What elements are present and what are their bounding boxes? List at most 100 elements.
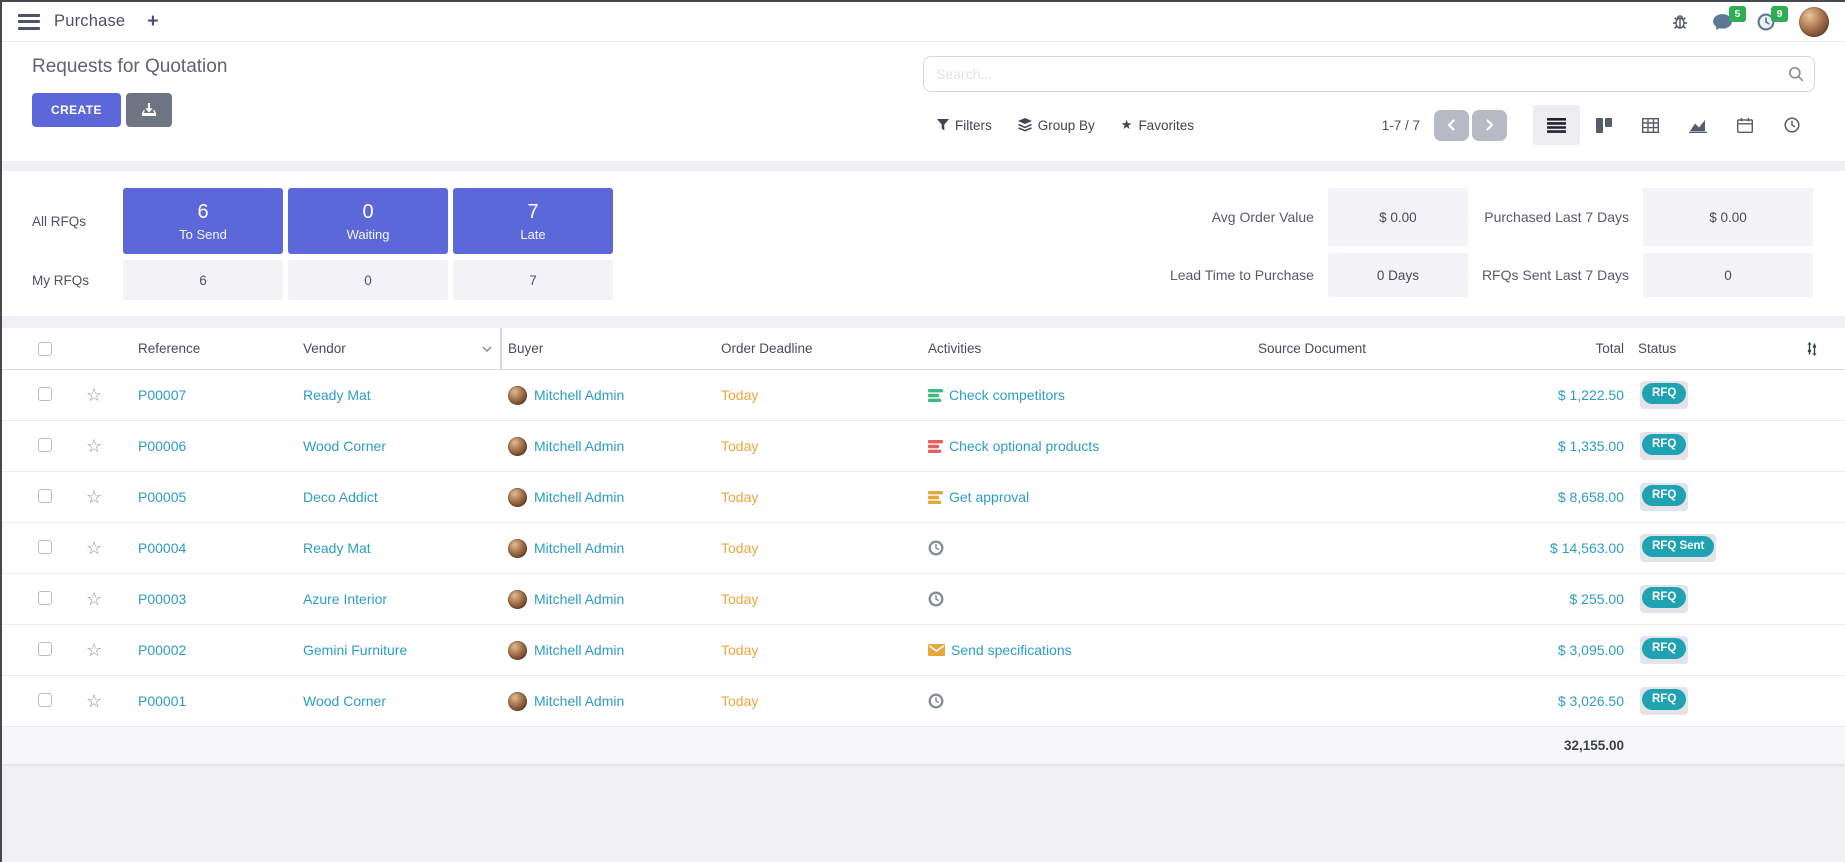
column-header-reference[interactable]: Reference xyxy=(132,341,297,356)
tasks-red-icon[interactable] xyxy=(928,440,943,453)
tile-waiting[interactable]: 0 Waiting xyxy=(288,188,448,254)
odoo-purchase-app: Purchase + 5 9 xyxy=(0,0,1845,862)
tasks-yellow-icon[interactable] xyxy=(928,491,943,504)
list-view-button[interactable] xyxy=(1533,105,1580,145)
user-menu-button[interactable] xyxy=(1799,7,1829,37)
row-checkbox[interactable] xyxy=(38,387,52,401)
vendor-link[interactable]: Deco Addict xyxy=(303,489,378,505)
buyer-link[interactable]: Mitchell Admin xyxy=(534,387,624,403)
column-header-buyer[interactable]: Buyer xyxy=(502,341,715,356)
select-all-checkbox[interactable] xyxy=(38,342,52,356)
reference-link[interactable]: P00001 xyxy=(138,693,186,709)
clock-icon[interactable] xyxy=(928,591,944,607)
vendor-link[interactable]: Gemini Furniture xyxy=(303,642,407,658)
reference-link[interactable]: P00007 xyxy=(138,387,186,403)
column-header-source-document[interactable]: Source Document xyxy=(1252,341,1457,356)
row-checkbox[interactable] xyxy=(38,642,52,656)
reference-link[interactable]: P00005 xyxy=(138,489,186,505)
reference-link[interactable]: P00006 xyxy=(138,438,186,454)
table-row[interactable]: ☆ P00001 Wood Corner Mitchell Admin Toda… xyxy=(2,676,1845,727)
order-deadline: Today xyxy=(715,693,922,709)
activity-label[interactable]: Send specifications xyxy=(951,642,1072,658)
my-to-send-count[interactable]: 6 xyxy=(123,260,283,300)
status-badge-wrap: RFQ xyxy=(1640,687,1688,714)
create-button[interactable]: CREATE xyxy=(32,93,121,127)
table-row[interactable]: ☆ P00007 Ready Mat Mitchell Admin Today … xyxy=(2,370,1845,421)
pivot-view-button[interactable] xyxy=(1627,105,1674,145)
debug-bug-icon[interactable] xyxy=(1672,13,1688,30)
table-row[interactable]: ☆ P00003 Azure Interior Mitchell Admin T… xyxy=(2,574,1845,625)
graph-view-button[interactable] xyxy=(1674,105,1721,145)
tile-to-send[interactable]: 6 To Send xyxy=(123,188,283,254)
buyer-link[interactable]: Mitchell Admin xyxy=(534,438,624,454)
calendar-view-button[interactable] xyxy=(1721,105,1768,145)
vendor-link[interactable]: Wood Corner xyxy=(303,693,386,709)
optional-columns-button[interactable] xyxy=(1772,342,1845,356)
column-header-vendor[interactable]: Vendor xyxy=(297,328,502,369)
app-title[interactable]: Purchase xyxy=(54,12,125,31)
favorite-star-icon[interactable]: ☆ xyxy=(86,692,102,710)
favorite-star-icon[interactable]: ☆ xyxy=(86,539,102,557)
vendor-link[interactable]: Azure Interior xyxy=(303,591,387,607)
row-checkbox[interactable] xyxy=(38,438,52,452)
clock-icon[interactable] xyxy=(928,693,944,709)
row-checkbox[interactable] xyxy=(38,591,52,605)
column-header-activities[interactable]: Activities xyxy=(922,341,1252,356)
reference-link[interactable]: P00002 xyxy=(138,642,186,658)
favorite-star-icon[interactable]: ☆ xyxy=(86,437,102,455)
activity-label[interactable]: Check competitors xyxy=(949,387,1065,403)
search-input[interactable] xyxy=(923,56,1815,92)
row-checkbox[interactable] xyxy=(38,489,52,503)
vendor-link[interactable]: Wood Corner xyxy=(303,438,386,454)
activity-view-button[interactable] xyxy=(1768,105,1815,145)
row-checkbox[interactable] xyxy=(38,693,52,707)
my-waiting-count[interactable]: 0 xyxy=(288,260,448,300)
table-row[interactable]: ☆ P00005 Deco Addict Mitchell Admin Toda… xyxy=(2,472,1845,523)
filters-button[interactable]: Filters xyxy=(937,118,992,133)
reference-link[interactable]: P00004 xyxy=(138,540,186,556)
chevron-left-icon xyxy=(1447,119,1456,131)
apps-menu-icon[interactable] xyxy=(18,14,40,30)
search-icon[interactable] xyxy=(1788,66,1804,87)
group-by-button[interactable]: Group By xyxy=(1018,118,1095,133)
vendor-link[interactable]: Ready Mat xyxy=(303,387,371,403)
messages-button[interactable]: 5 xyxy=(1712,13,1733,31)
favorite-star-icon[interactable]: ☆ xyxy=(86,641,102,659)
kanban-view-button[interactable] xyxy=(1580,105,1627,145)
order-deadline: Today xyxy=(715,387,922,403)
buyer-link[interactable]: Mitchell Admin xyxy=(534,540,624,556)
chevron-right-icon xyxy=(1485,119,1494,131)
favorites-button[interactable]: ★ Favorites xyxy=(1121,117,1194,133)
favorite-star-icon[interactable]: ☆ xyxy=(86,488,102,506)
search-bar xyxy=(923,56,1815,92)
tile-late[interactable]: 7 Late xyxy=(453,188,613,254)
export-button[interactable] xyxy=(126,93,172,127)
envelope-icon[interactable] xyxy=(928,644,945,656)
my-late-count[interactable]: 7 xyxy=(453,260,613,300)
clock-icon[interactable] xyxy=(928,540,944,556)
favorite-star-icon[interactable]: ☆ xyxy=(86,386,102,404)
favorite-star-icon[interactable]: ☆ xyxy=(86,590,102,608)
vendor-link[interactable]: Ready Mat xyxy=(303,540,371,556)
buyer-link[interactable]: Mitchell Admin xyxy=(534,693,624,709)
column-header-order-deadline[interactable]: Order Deadline xyxy=(715,341,922,356)
row-checkbox[interactable] xyxy=(38,540,52,554)
buyer-link[interactable]: Mitchell Admin xyxy=(534,642,624,658)
table-row[interactable]: ☆ P00002 Gemini Furniture Mitchell Admin… xyxy=(2,625,1845,676)
column-header-status[interactable]: Status xyxy=(1632,341,1772,356)
to-send-label: To Send xyxy=(179,227,227,242)
total-amount: $ 1,335.00 xyxy=(1457,438,1632,454)
tasks-green-icon[interactable] xyxy=(928,389,943,402)
activity-label[interactable]: Get approval xyxy=(949,489,1029,505)
activity-label[interactable]: Check optional products xyxy=(949,438,1099,454)
pager-previous-button[interactable] xyxy=(1434,110,1469,141)
table-row[interactable]: ☆ P00006 Wood Corner Mitchell Admin Toda… xyxy=(2,421,1845,472)
activities-button[interactable]: 9 xyxy=(1757,13,1775,31)
buyer-link[interactable]: Mitchell Admin xyxy=(534,489,624,505)
pager-next-button[interactable] xyxy=(1472,110,1507,141)
table-row[interactable]: ☆ P00004 Ready Mat Mitchell Admin Today … xyxy=(2,523,1845,574)
column-header-total[interactable]: Total xyxy=(1457,341,1632,356)
buyer-link[interactable]: Mitchell Admin xyxy=(534,591,624,607)
add-tab-button[interactable]: + xyxy=(147,12,158,31)
reference-link[interactable]: P00003 xyxy=(138,591,186,607)
